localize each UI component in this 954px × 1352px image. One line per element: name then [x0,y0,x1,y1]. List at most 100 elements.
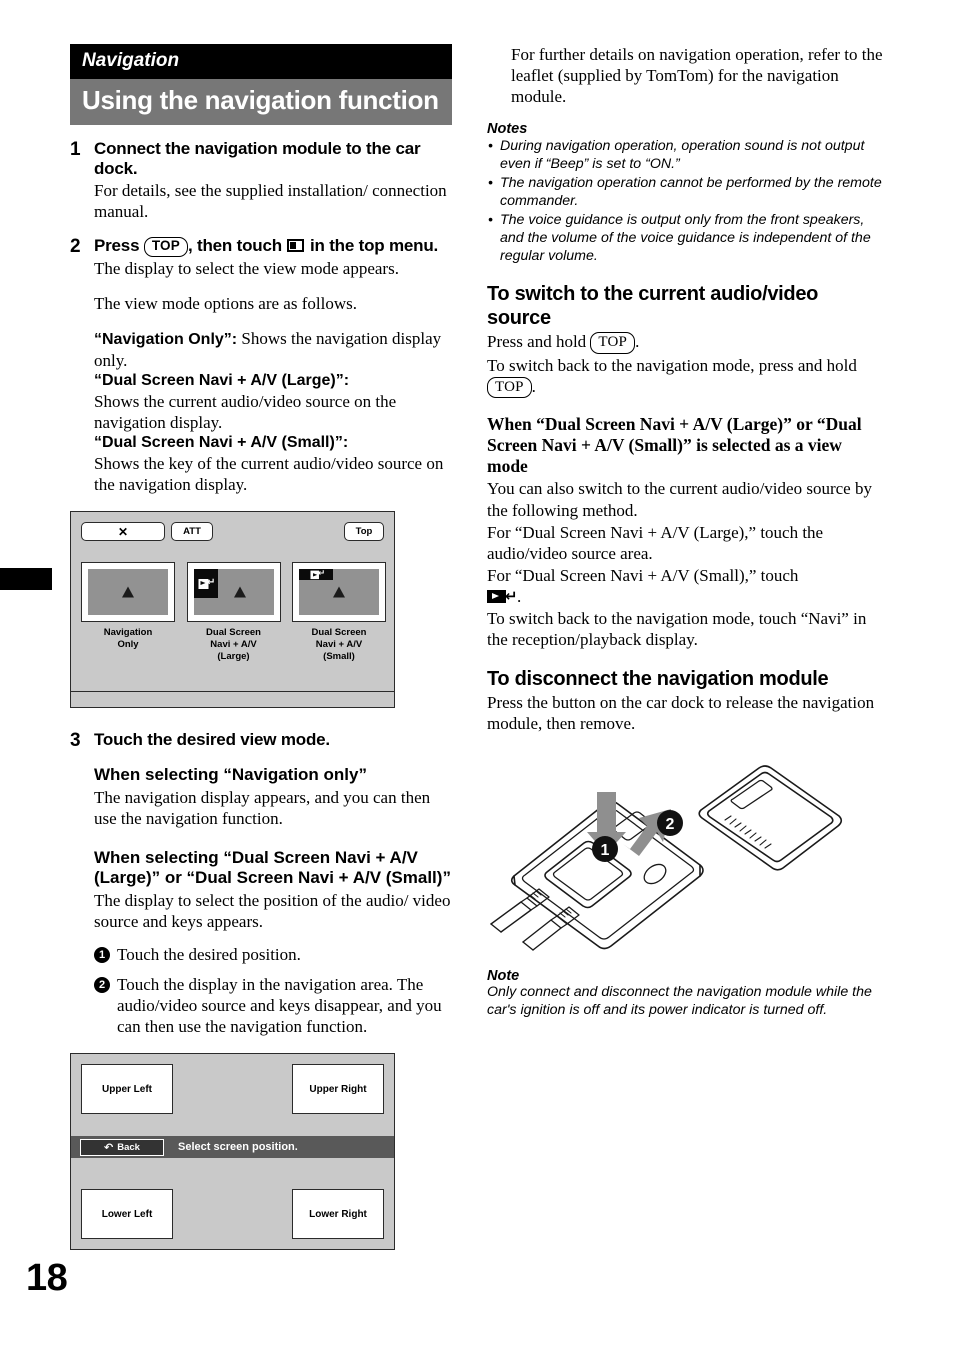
step-1-body: For details, see the supplied installati… [94,180,447,221]
top-key-pill: TOP [143,236,188,257]
status-message: Select screen position. [178,1141,298,1154]
step-3-heading-2: When selecting “Dual Screen Navi + A/V (… [94,848,451,888]
screen-footer-bar [71,691,394,708]
mode-3-name: “Dual Screen Navi + A/V (Small)”: [94,434,349,452]
disconnect-body: Press the button on the car dock to rele… [487,693,875,734]
view-mode-thumb: ↵ [186,562,281,623]
step-3-substeps: 1 Touch the desired position. 2 Touch th… [94,944,452,1037]
page-number: 18 [26,1257,68,1299]
dual-body-4: To switch back to the navigation mode, t… [487,608,867,649]
lower-left-button[interactable]: Lower Left [81,1189,173,1240]
left-column: Navigation Using the navigation function… [70,44,452,1251]
page-edge-marker [0,568,52,590]
step-2-title-pre: Press [94,235,140,255]
upper-right-button[interactable]: Upper Right [292,1064,384,1115]
navigation-arrow-icon [233,586,246,598]
step-2-title-post: in the top menu. [309,235,439,255]
step-2: 2 Press TOP, then touch in the top menu.… [70,236,452,496]
step-3-body-1: The navigation display appears, and you … [94,787,431,828]
substep-1-text: Touch the desired position. [117,944,301,964]
manual-page: 18 Navigation Using the navigation funct… [0,0,954,1352]
nav-preview: ↵ [193,569,274,616]
section-label: Navigation [70,44,452,79]
back-arrow-icon: ↶ [104,1140,114,1154]
mode-definition-2: “Dual Screen Navi + A/V (Large)”: Shows … [94,371,452,433]
note-item: During navigation operation, operation s… [487,137,884,174]
nav-preview: ↵ [299,569,379,616]
note-item: The voice guidance is output only from t… [487,211,884,266]
step-3-number: 3 [70,730,81,752]
back-button[interactable]: ↶ Back [80,1138,164,1156]
dual-body-3: For “Dual Screen Navi + A/V (Small),” to… [487,565,884,607]
step-2-body-1: The display to select the view mode appe… [94,258,399,278]
view-mode-dual-small[interactable]: ↵ Dual Screen Navi + A/V (Small) [292,562,386,662]
substep-1: 1 Touch the desired position. [94,944,452,965]
substep-2-text: Touch the display in the navigation area… [117,975,442,1037]
substep-1-number: 1 [94,946,110,963]
switch-source-line-1: Press and hold TOP. [487,331,884,354]
dual-body-3-post: . [517,586,522,606]
view-mode-dual-large[interactable]: ↵ Dual Screen Navi + A/V (Large) [186,562,281,662]
switch-line-2-pre: To switch back to the navigation mode, p… [487,355,857,375]
view-mode-options: Navigation Only ↵ Dual Screen Navi + A/V… [81,562,386,662]
close-button[interactable]: ✕ [81,522,165,542]
switch-line-1-pre: Press and hold [487,331,587,351]
mode-2-desc: Shows the current audio/video source on … [94,391,397,432]
view-mode-navigation-only[interactable]: Navigation Only [81,562,175,662]
substep-2: 2 Touch the display in the navigation ar… [94,974,452,1037]
switch-line-2-post: . [531,376,536,396]
att-button[interactable]: ATT [171,522,213,542]
mode-3-desc: Shows the key of the current audio/video… [94,454,444,495]
mode-1-name: “Navigation Only”: [94,330,238,348]
note-heading: Note [487,968,520,985]
disconnect-heading: To disconnect the navigation module [487,668,829,691]
position-select-screen: Upper Left Upper Right Lower Left Lower … [70,1053,395,1251]
mode-definition-3: “Dual Screen Navi + A/V (Small)”: Shows … [94,433,452,495]
dual-body-3-pre: For “Dual Screen Navi + A/V (Small),” to… [487,565,799,585]
back-button-label: Back [117,1141,140,1153]
step-1-number: 1 [70,138,81,160]
nav-preview [88,569,168,616]
view-mode-thumb: ↵ [292,562,386,623]
step-1-title: Connect the navigation module to the car… [94,138,421,178]
switch-source-heading: To switch to the current audio/video sou… [487,283,819,329]
step-3-heading-1: When selecting “Navigation only” [94,765,367,785]
av-source-area-large: ↵ [193,569,218,598]
source-return-icon: ↵ [198,577,215,589]
step-1: 1 Connect the navigation module to the c… [70,139,452,222]
screen-status-bar: ↶ Back Select screen position. [71,1136,394,1159]
callout-2-label: 2 [666,816,675,833]
navigation-arrow-icon [333,586,345,598]
chapter-title: Using the navigation function [70,78,452,125]
view-mode-screen: ✕ ATT Top Navigation Only ↵ Dual Screen … [70,511,395,709]
switch-line-1-post: . [635,331,640,351]
screen-mode-icon [287,238,305,252]
step-2-title-mid: , then touch [187,235,282,255]
mode-definition-1: “Navigation Only”: Shows the navigation … [94,328,452,371]
dual-body-2: For “Dual Screen Navi + A/V (Large),” to… [487,522,824,563]
view-mode-thumb [81,562,175,623]
view-mode-label: Dual Screen Navi + A/V (Small) [311,627,367,662]
upper-left-button[interactable]: Upper Left [81,1064,173,1115]
view-mode-label: Dual Screen Navi + A/V (Large) [206,627,261,662]
step-2-title: Press TOP, then touch in the top menu. [94,236,452,257]
right-column: For further details on navigation operat… [487,44,884,1020]
step-3-body-2: The display to select the position of th… [94,890,451,931]
callout-1-label: 1 [601,842,610,859]
lower-right-button[interactable]: Lower Right [292,1189,384,1240]
view-mode-label: Navigation Only [103,627,153,651]
notes-heading: Notes [487,121,528,138]
top-key-pill: TOP [487,376,532,399]
intro-paragraph: For further details on navigation operat… [511,45,883,107]
step-3: 3 Touch the desired view mode. When sele… [70,730,452,1037]
switch-source-line-2: To switch back to the navigation mode, p… [487,355,884,399]
step-3-title: Touch the desired view mode. [94,730,330,750]
source-return-icon: ↵ [310,569,325,580]
source-return-icon: ↵ [487,588,518,604]
step-2-number: 2 [70,235,81,257]
navigation-arrow-icon [122,586,134,598]
dual-body-1: You can also switch to the current audio… [487,479,872,520]
mode-2-name: “Dual Screen Navi + A/V (Large)”: [94,371,350,389]
top-button[interactable]: Top [344,522,384,542]
dual-screen-heading: When “Dual Screen Navi + A/V (Large)” or… [487,414,862,477]
